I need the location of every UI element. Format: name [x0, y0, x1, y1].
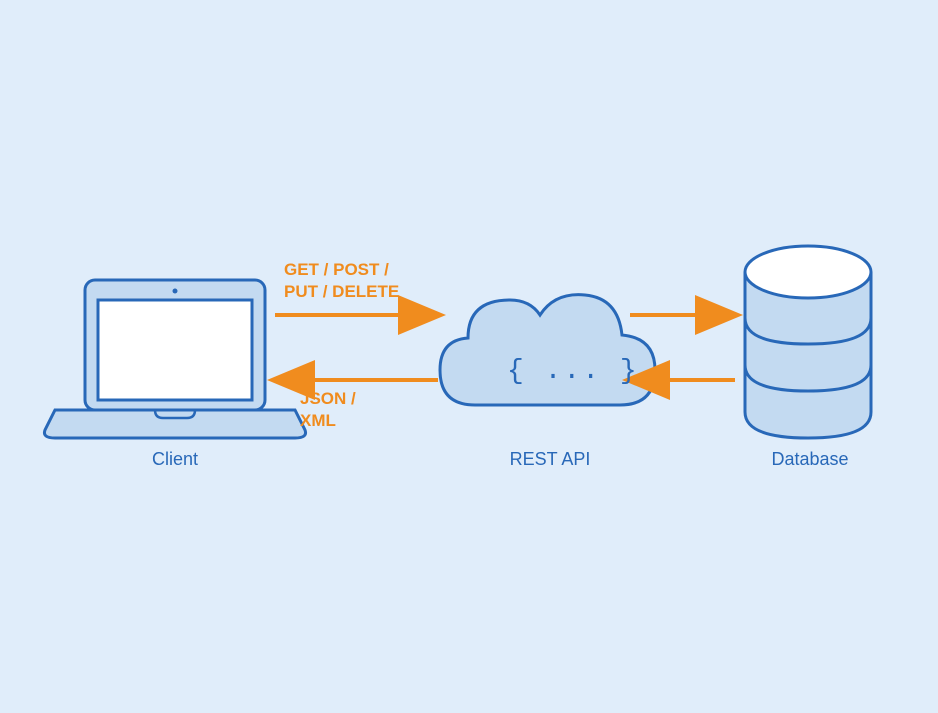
request-label-line1: GET / POST / [284, 260, 389, 279]
database-label: Database [760, 449, 860, 470]
response-label-line2: XML [300, 411, 336, 430]
diagram-svg [0, 0, 938, 708]
cloud-braces: { ... } [507, 356, 639, 387]
response-label: JSON / XML [300, 388, 356, 432]
api-label: REST API [500, 449, 600, 470]
client-label: Client [130, 449, 220, 470]
cloud-icon [440, 295, 655, 405]
request-label: GET / POST / PUT / DELETE [284, 259, 399, 303]
request-label-line2: PUT / DELETE [284, 282, 399, 301]
response-label-line1: JSON / [300, 389, 356, 408]
rest-api-diagram: { ... } GET / POST / PUT / DELETE JSON /… [0, 0, 938, 708]
laptop-icon [44, 280, 305, 438]
database-icon [745, 246, 871, 438]
